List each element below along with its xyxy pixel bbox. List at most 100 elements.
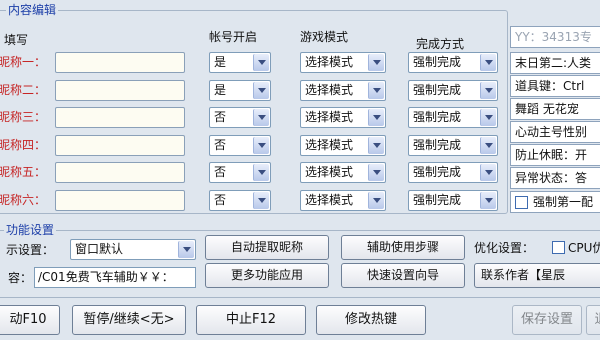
game-mode-select[interactable]: 选择模式 — [300, 107, 386, 128]
completion-method-value: 强制完成 — [413, 83, 462, 97]
contact-author-button[interactable]: 联系作者【星辰 — [474, 263, 600, 288]
account-open-select[interactable]: 否 — [209, 162, 271, 183]
nickname-input[interactable] — [55, 107, 185, 128]
game-mode-select[interactable]: 选择模式 — [300, 190, 386, 211]
game-mode-value: 选择模式 — [305, 138, 354, 152]
more-functions-button[interactable]: 更多功能应用 — [205, 263, 329, 288]
account-open-value: 是 — [214, 55, 227, 69]
modify-hotkey-button[interactable]: 修改热键 — [316, 305, 426, 335]
force-first-row: 强制第一配 — [510, 191, 600, 213]
cpu-optimize-label: CPU优 — [568, 241, 600, 255]
right-info-item: 异常状态：答 — [510, 167, 600, 189]
cpu-optimize-checkbox[interactable] — [552, 241, 565, 254]
game-mode-header: 游戏模式 — [300, 30, 349, 44]
exit-button[interactable]: 退 — [586, 305, 600, 335]
nickname-input[interactable] — [55, 52, 185, 73]
account-open-select[interactable]: 否 — [209, 135, 271, 156]
completion-method-value: 强制完成 — [413, 110, 462, 124]
yy-info: YY：34313专 — [510, 26, 600, 48]
game-mode-select[interactable]: 选择模式 — [300, 135, 386, 156]
chevron-down-icon — [368, 109, 384, 126]
quick-setup-wizard-button[interactable]: 快速设置向导 — [341, 263, 465, 288]
right-info-item: 舞蹈 无花宠 — [510, 98, 600, 120]
game-mode-value: 选择模式 — [305, 83, 354, 97]
display-setting-value: 窗口默认 — [75, 242, 124, 256]
chevron-down-icon — [253, 109, 269, 126]
stop-button[interactable]: 中止F12 — [196, 305, 306, 335]
chevron-down-icon — [368, 54, 384, 71]
completion-method-value: 强制完成 — [413, 193, 462, 207]
force-first-checkbox[interactable] — [515, 196, 528, 209]
right-info-item: 末日第二:人类 — [510, 52, 600, 74]
chevron-down-icon — [480, 192, 496, 209]
usage-steps-button[interactable]: 辅助使用步骤 — [341, 235, 465, 260]
chevron-down-icon — [480, 164, 496, 181]
chevron-down-icon — [253, 164, 269, 181]
account-open-value: 是 — [214, 83, 227, 97]
completion-method-select[interactable]: 强制完成 — [408, 80, 498, 101]
save-settings-button[interactable]: 保存设置 — [512, 305, 582, 335]
content-group-title: 内容编辑 — [6, 3, 59, 17]
game-mode-select[interactable]: 选择模式 — [300, 80, 386, 101]
auto-extract-nickname-button[interactable]: 自动提取昵称 — [205, 235, 329, 260]
account-open-select[interactable]: 是 — [209, 80, 271, 101]
game-mode-value: 选择模式 — [305, 55, 354, 69]
completion-method-select[interactable]: 强制完成 — [408, 162, 498, 183]
nickname-input[interactable] — [55, 135, 185, 156]
game-mode-value: 选择模式 — [305, 193, 354, 207]
completion-method-select[interactable]: 强制完成 — [408, 190, 498, 211]
nickname-label: 昵称三： — [0, 110, 47, 124]
completion-method-select[interactable]: 强制完成 — [408, 107, 498, 128]
right-info-item: 防止休眠：开 — [510, 144, 600, 166]
display-setting-label: 示设置： — [6, 243, 55, 257]
completion-method-value: 强制完成 — [413, 138, 462, 152]
nickname-input[interactable] — [55, 190, 185, 211]
account-open-select[interactable]: 是 — [209, 52, 271, 73]
chevron-down-icon — [480, 137, 496, 154]
nickname-label: 昵称五： — [0, 165, 47, 179]
game-mode-select[interactable]: 选择模式 — [300, 52, 386, 73]
fill-label: 填写 — [4, 33, 29, 47]
right-info-item: 心动主号性别 — [510, 121, 600, 143]
account-open-value: 否 — [214, 193, 227, 207]
chevron-down-icon — [368, 192, 384, 209]
chevron-down-icon — [253, 82, 269, 99]
chevron-down-icon — [480, 82, 496, 99]
account-open-value: 否 — [214, 110, 227, 124]
chevron-down-icon — [253, 54, 269, 71]
chevron-down-icon — [368, 164, 384, 181]
completion-method-value: 强制完成 — [413, 165, 462, 179]
chevron-down-icon — [178, 241, 194, 258]
chevron-down-icon — [480, 109, 496, 126]
right-info-item: 道具键：Ctrl — [510, 75, 600, 97]
nickname-label: 昵称一： — [0, 55, 47, 69]
chevron-down-icon — [480, 54, 496, 71]
chevron-down-icon — [253, 137, 269, 154]
account-open-select[interactable]: 否 — [209, 107, 271, 128]
display-setting-select[interactable]: 窗口默认 — [70, 239, 196, 260]
account-open-select[interactable]: 否 — [209, 190, 271, 211]
game-mode-select[interactable]: 选择模式 — [300, 162, 386, 183]
completion-header: 完成方式 — [416, 37, 465, 51]
account-open-value: 否 — [214, 165, 227, 179]
chevron-down-icon — [368, 82, 384, 99]
function-group-title: 功能设置 — [4, 223, 57, 237]
completion-method-select[interactable]: 强制完成 — [408, 135, 498, 156]
pause-resume-button[interactable]: 暂停/继续<无> — [72, 305, 186, 335]
nickname-input[interactable] — [55, 162, 185, 183]
content-label: 容： — [8, 271, 33, 285]
nickname-input[interactable] — [55, 80, 185, 101]
nickname-label: 昵称六： — [0, 193, 47, 207]
start-button[interactable]: 动F10 — [0, 305, 60, 335]
content-input[interactable]: /C01免费飞车辅助￥￥： — [34, 267, 196, 288]
chevron-down-icon — [253, 192, 269, 209]
completion-method-value: 强制完成 — [413, 55, 462, 69]
game-mode-value: 选择模式 — [305, 110, 354, 124]
optimize-setting-label: 优化设置： — [474, 241, 535, 255]
account-open-header: 帐号开启 — [209, 30, 258, 44]
nickname-label: 昵称四： — [0, 138, 47, 152]
force-first-label: 强制第一配 — [533, 195, 594, 209]
chevron-down-icon — [368, 137, 384, 154]
completion-method-select[interactable]: 强制完成 — [408, 52, 498, 73]
game-mode-value: 选择模式 — [305, 165, 354, 179]
